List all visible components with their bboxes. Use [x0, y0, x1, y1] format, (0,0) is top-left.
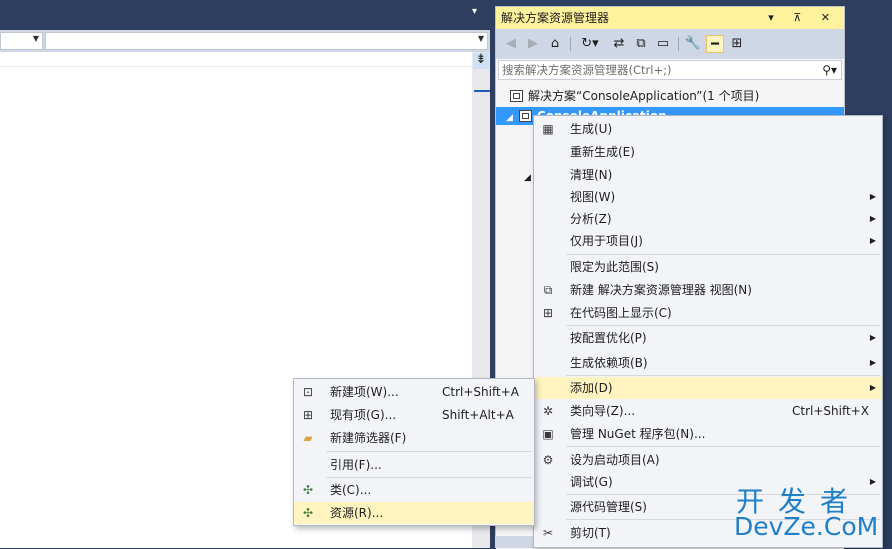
- code-map-icon: ⊞: [542, 306, 554, 320]
- submenu-item-new-filter[interactable]: ▰ 新建筛选器(F): [294, 427, 534, 449]
- scope-dropdown[interactable]: ▼: [45, 32, 488, 50]
- solution-icon: [510, 90, 523, 102]
- tree-item-solution[interactable]: 解决方案“ConsoleApplication”(1 个项目): [496, 87, 844, 105]
- menu-item-pgo[interactable]: 按配置优化(P) ▶: [534, 327, 882, 349]
- menu-item-project-only[interactable]: 仅用于项目(J) ▶: [534, 230, 882, 252]
- menu-item-clean[interactable]: 清理(N): [534, 164, 882, 186]
- class-icon: ✣: [302, 483, 314, 497]
- menu-item-show-on-code-map[interactable]: ⊞ 在代码图上显示(C): [534, 302, 882, 324]
- submenu-item-reference[interactable]: 引用(F)...: [294, 454, 534, 476]
- existing-item-icon: ⊞: [302, 408, 314, 422]
- project-icon: [518, 110, 532, 122]
- gear-icon: ⚙: [542, 453, 554, 467]
- editor-tab-strip: ▾: [0, 0, 490, 30]
- collapse-all-icon[interactable]: ⧉: [632, 35, 650, 53]
- search-icon[interactable]: ⚲▾: [822, 61, 837, 79]
- forward-icon[interactable]: ▶: [524, 35, 542, 53]
- solution-explorer-title-bar[interactable]: 解决方案资源管理器 ▾ ⊼ ✕: [496, 7, 844, 29]
- submenu-item-class[interactable]: ✣ 类(C)...: [294, 479, 534, 501]
- preview-selected-items-icon[interactable]: ━: [706, 35, 724, 53]
- nuget-icon: ▣: [542, 427, 554, 441]
- add-submenu: ⊡ 新建项(W)... Ctrl+Shift+A ⊞ 现有项(G)... Shi…: [293, 378, 535, 526]
- watermark: 开发者 DevZe.CoM: [732, 480, 892, 548]
- folder-icon: ▰: [303, 431, 313, 445]
- menu-item-class-wizard[interactable]: ✲ 类向导(Z)... Ctrl+Shift+X: [534, 400, 882, 422]
- submenu-item-existing-item[interactable]: ⊞ 现有项(G)... Shift+Alt+A: [294, 404, 534, 426]
- menu-item-scope-to-this[interactable]: 限定为此范围(S): [534, 256, 882, 278]
- submenu-item-resource[interactable]: ✣ 资源(R)...: [294, 502, 534, 524]
- chevron-down-icon: ▼: [32, 34, 39, 43]
- menu-item-add[interactable]: 添加(D) ▶: [534, 377, 882, 399]
- resource-icon: ✣: [302, 506, 314, 520]
- new-view-icon: ⧉: [543, 283, 553, 297]
- shortcut-text: Ctrl+Shift+X: [792, 404, 869, 418]
- scroll-marker: [474, 90, 490, 92]
- menu-item-set-startup[interactable]: ⚙ 设为启动项目(A): [534, 449, 882, 471]
- solution-explorer-search-input[interactable]: 搜索解决方案资源管理器(Ctrl+;) ⚲▾: [498, 60, 842, 80]
- panel-window-controls[interactable]: ▾ ⊼ ✕: [768, 7, 838, 29]
- submenu-arrow-icon: ▶: [869, 214, 876, 223]
- submenu-arrow-icon: ▶: [869, 192, 876, 201]
- menu-item-analyze[interactable]: 分析(Z) ▶: [534, 208, 882, 230]
- build-icon: ▦: [542, 122, 554, 136]
- menu-item-rebuild[interactable]: 重新生成(E): [534, 141, 882, 163]
- menu-item-manage-nuget[interactable]: ▣ 管理 NuGet 程序包(N)...: [534, 423, 882, 445]
- submenu-arrow-icon: ▶: [869, 383, 876, 392]
- navigation-bar: ▼ ▼: [0, 30, 490, 52]
- class-wizard-icon: ✲: [542, 404, 554, 418]
- home-icon[interactable]: ⌂: [546, 35, 564, 53]
- submenu-arrow-icon: ▶: [869, 333, 876, 342]
- properties-wrench-icon[interactable]: 🔧: [684, 35, 702, 53]
- menu-item-build[interactable]: ▦ 生成(U): [534, 118, 882, 140]
- panel-title: 解决方案资源管理器: [501, 11, 610, 25]
- menu-item-new-explorer-view[interactable]: ⧉ 新建 解决方案资源管理器 视图(N): [534, 279, 882, 301]
- submenu-arrow-icon: ▶: [869, 236, 876, 245]
- back-icon[interactable]: ◀: [502, 35, 520, 53]
- scissors-icon: ✂: [542, 526, 554, 540]
- shortcut-text: Ctrl+Shift+A: [442, 385, 519, 399]
- show-all-files-icon[interactable]: ▭: [654, 35, 672, 53]
- sync-with-document-icon[interactable]: ⇄: [610, 35, 628, 53]
- menu-item-build-dependencies[interactable]: 生成依赖项(B) ▶: [534, 352, 882, 374]
- watermark-en: DevZe.CoM: [734, 512, 879, 541]
- split-window-icon[interactable]: ⇟: [473, 53, 489, 69]
- pending-changes-filter-icon[interactable]: ↻▾: [576, 35, 604, 53]
- submenu-arrow-icon: ▶: [869, 358, 876, 367]
- current-line-indicator: [0, 66, 472, 67]
- chevron-down-icon: ▼: [477, 34, 484, 43]
- view-class-diagram-icon[interactable]: ⊞: [728, 35, 746, 53]
- member-dropdown[interactable]: ▼: [0, 32, 43, 50]
- panel-bottom-tabs: [495, 536, 535, 548]
- menu-item-view[interactable]: 视图(W) ▶: [534, 186, 882, 208]
- expand-arrow-icon[interactable]: ◢: [506, 113, 513, 123]
- search-placeholder: 搜索解决方案资源管理器(Ctrl+;): [502, 63, 672, 77]
- shortcut-text: Shift+Alt+A: [442, 408, 514, 422]
- submenu-item-new-item[interactable]: ⊡ 新建项(W)... Ctrl+Shift+A: [294, 381, 534, 403]
- new-item-icon: ⊡: [302, 385, 314, 399]
- tab-list-dropdown-icon[interactable]: ▾: [472, 6, 477, 17]
- solution-explorer-toolbar: ◀ ▶ ⌂ ↻▾ ⇄ ⧉ ▭ 🔧 ━ ⊞: [496, 29, 844, 59]
